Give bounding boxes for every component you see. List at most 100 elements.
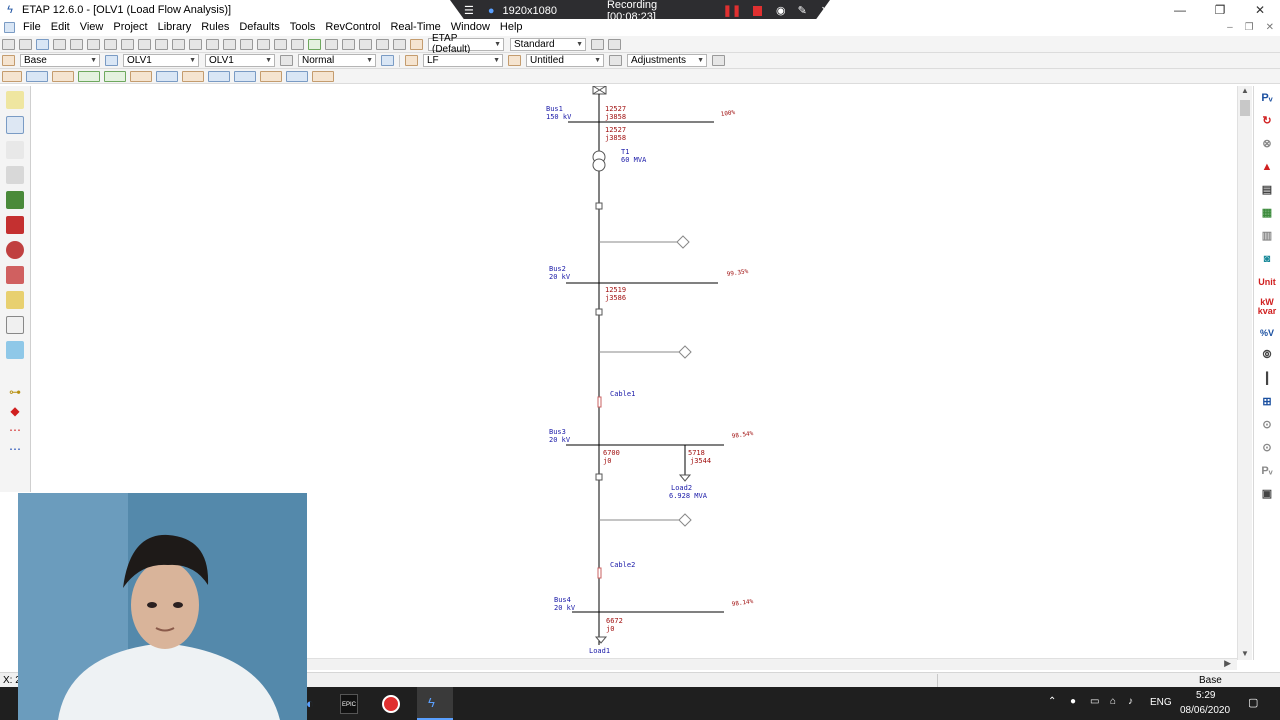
pen-icon[interactable]: ✎ (798, 4, 807, 17)
menu-project[interactable]: Project (108, 19, 152, 36)
zoom-box-icon[interactable] (206, 38, 219, 50)
theme-icon[interactable] (410, 38, 423, 50)
horizontal-scrollbar[interactable]: ▶ (307, 658, 1237, 670)
check-icon[interactable] (291, 38, 304, 50)
pause-icon[interactable]: ❚❚ (723, 4, 741, 17)
display-settings-icon[interactable]: ◙ (1258, 250, 1276, 267)
epic-games-icon[interactable]: EPIC (340, 694, 358, 714)
untitled-combo[interactable]: Untitled ▼ (526, 54, 604, 67)
recorder-app-icon[interactable] (382, 695, 400, 713)
power-factor-icon[interactable]: ⊞ (1258, 393, 1276, 410)
control-icon[interactable] (6, 266, 24, 284)
mdi-restore-button[interactable]: ❐ (1245, 19, 1254, 36)
olv-combo[interactable]: OLV1 ▼ (123, 54, 199, 67)
hyperlink-icon[interactable] (359, 38, 372, 50)
report-icon[interactable]: ▤ (1258, 181, 1276, 198)
new-icon[interactable] (2, 38, 15, 50)
cable1-icon[interactable] (597, 396, 602, 408)
cancel-icon[interactable]: ⊗ (1258, 135, 1276, 152)
ac-elements-icon[interactable]: ⊶ (6, 383, 24, 401)
notification-icon[interactable]: ▢ (1248, 696, 1258, 709)
load2-icon[interactable] (678, 474, 692, 482)
menu-file[interactable]: File (18, 19, 46, 36)
optimal-power-flow-icon[interactable] (234, 70, 256, 82)
panel-icon[interactable]: ⋯ (6, 440, 24, 458)
redo-icon[interactable] (240, 38, 253, 50)
scroll-up-icon[interactable]: ▲ (1238, 86, 1252, 95)
find-icon[interactable] (376, 38, 389, 50)
breaker-icon[interactable] (595, 202, 603, 210)
volume-icon[interactable]: ♪ (1128, 696, 1133, 707)
zoom-in-icon[interactable] (155, 38, 168, 50)
study-case-icon[interactable] (405, 55, 418, 66)
meter-icon[interactable] (678, 513, 692, 527)
mdi-minimize-button[interactable]: – (1227, 19, 1233, 36)
ground-grid-icon[interactable] (312, 70, 334, 82)
copy-presentation-icon[interactable] (591, 38, 604, 50)
meter-icon[interactable] (678, 345, 692, 359)
close-button[interactable]: ✕ (1240, 0, 1280, 19)
cable2-icon[interactable] (597, 567, 602, 579)
etap-taskbar-button[interactable] (417, 687, 453, 720)
add-template-icon[interactable] (342, 38, 355, 50)
fit-page-icon[interactable] (257, 38, 270, 50)
project-view-icon[interactable] (6, 91, 24, 109)
breaker-icon[interactable] (595, 308, 603, 316)
kw-kvar-toggle[interactable]: kW kvar (1258, 296, 1277, 318)
refresh-icon[interactable]: ↻ (1258, 112, 1276, 129)
library-icon[interactable] (6, 316, 24, 334)
cut-icon[interactable] (87, 38, 100, 50)
battery-icon[interactable]: ▭ (1090, 696, 1099, 707)
current-flow-icon[interactable]: ⦾ (1258, 347, 1276, 364)
uground-icon[interactable] (6, 291, 24, 309)
unit-toggle[interactable]: Unit (1258, 273, 1276, 290)
undo-icon[interactable] (223, 38, 236, 50)
zoom-fit-icon[interactable] (189, 38, 202, 50)
protective-device-icon[interactable] (156, 70, 178, 82)
compare-icon[interactable]: ▥ (1258, 227, 1276, 244)
menu-edit[interactable]: Edit (46, 19, 75, 36)
presentation-grid-icon[interactable] (608, 38, 621, 50)
zoom-out-icon[interactable] (172, 38, 185, 50)
document-icon[interactable] (4, 22, 15, 33)
recycle-bin-icon[interactable] (6, 341, 24, 359)
paste-icon[interactable] (121, 38, 134, 50)
report-manager-icon[interactable] (712, 55, 725, 66)
short-circuit-icon[interactable] (52, 70, 74, 82)
edge-icon[interactable]: ◐ (306, 696, 314, 711)
pan-icon[interactable] (138, 38, 151, 50)
mdi-close-button[interactable]: ✕ (1266, 19, 1274, 36)
restore-button[interactable]: ❐ (1200, 0, 1240, 19)
stop-icon[interactable] (753, 5, 762, 16)
config-combo[interactable]: ETAP (Default) ▼ (428, 33, 504, 55)
branch-icon[interactable]: ┃ (1258, 370, 1276, 387)
menu-defaults[interactable]: Defaults (234, 19, 284, 36)
motor-icon[interactable]: ⊙ (1258, 439, 1276, 456)
revision-icon[interactable] (2, 55, 15, 66)
olv2-combo[interactable]: OLV1 ▼ (205, 54, 275, 67)
load-flow-icon[interactable] (26, 70, 48, 82)
copy-icon[interactable] (104, 38, 117, 50)
instrumentation-icon[interactable]: ⋯ (6, 421, 24, 439)
continuity-icon[interactable] (308, 38, 321, 50)
print-preview-icon[interactable] (70, 38, 83, 50)
menu-help[interactable]: Help (495, 19, 528, 36)
scroll-down-icon[interactable]: ▼ (1238, 649, 1252, 658)
get-template-icon[interactable] (325, 38, 338, 50)
network-icon[interactable]: ⌂ (1110, 696, 1116, 707)
menu-tools[interactable]: Tools (285, 19, 321, 36)
open-icon[interactable] (19, 38, 32, 50)
microphone-tray-icon[interactable]: ● (1070, 696, 1076, 707)
language-indicator[interactable]: ENG (1150, 697, 1172, 708)
motor-acceleration-icon[interactable] (78, 70, 100, 82)
scroll-right-icon[interactable]: ▶ (1224, 658, 1231, 669)
cable-pulling-icon[interactable] (6, 191, 24, 209)
scroll-thumb[interactable] (1240, 100, 1250, 116)
reliability-icon[interactable] (260, 70, 282, 82)
menu-view[interactable]: View (75, 19, 109, 36)
unbalanced-lf-icon[interactable] (286, 70, 308, 82)
menu-revcontrol[interactable]: RevControl (320, 19, 385, 36)
alert-view-icon[interactable]: ▦ (1258, 204, 1276, 221)
camera-icon[interactable]: ◉ (776, 4, 786, 17)
pct-v-toggle[interactable]: %V (1258, 324, 1276, 341)
